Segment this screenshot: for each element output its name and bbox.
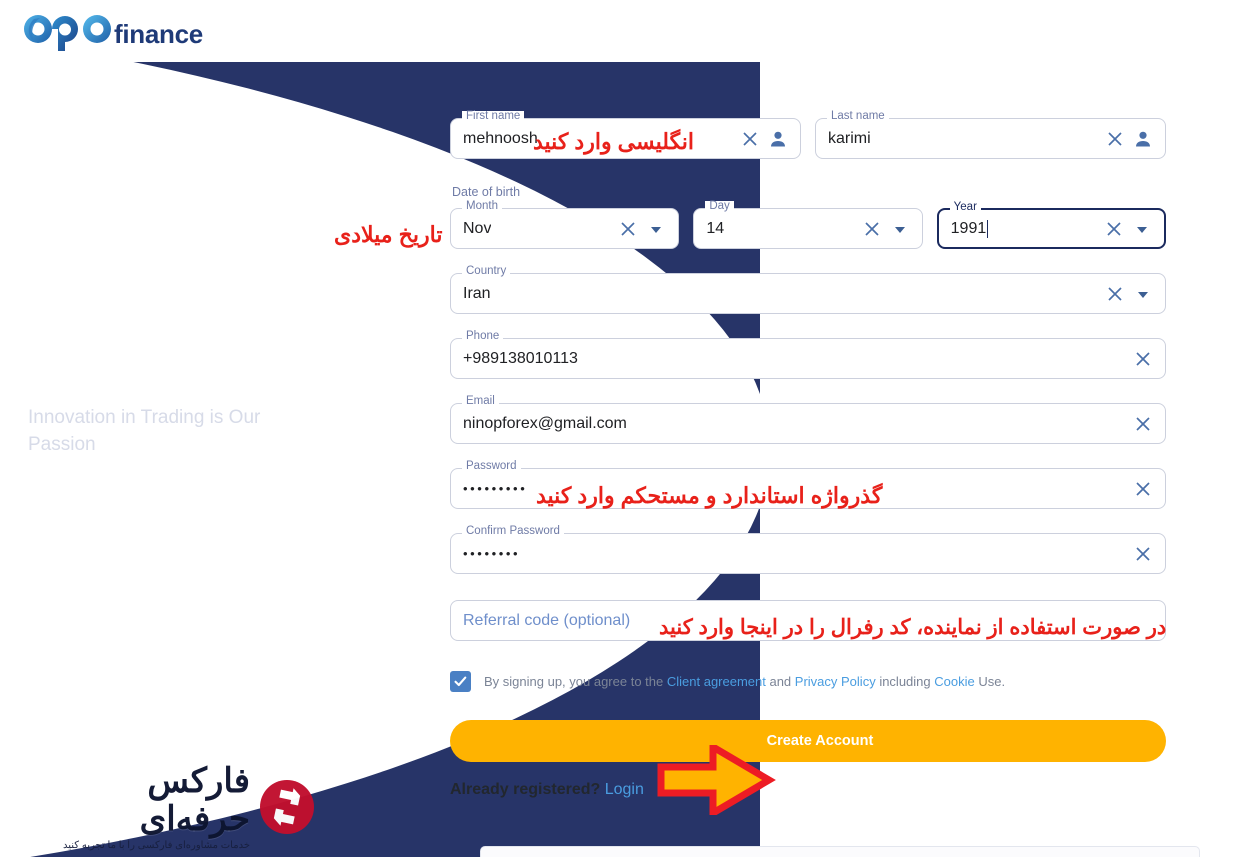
chevron-down-icon[interactable]: [1132, 219, 1152, 239]
first-name-label: First name: [462, 110, 525, 123]
chevron-down-icon[interactable]: [1133, 284, 1153, 304]
client-agreement-link[interactable]: Client agreement: [667, 674, 766, 689]
brand-logo[interactable]: finance: [18, 10, 203, 52]
dob-row: Month Nov Day 14 Year 1991: [450, 200, 1166, 249]
agreement-prefix: By signing up, you agree to the: [484, 674, 667, 689]
page-title: Welcome: [28, 329, 227, 382]
confirm-password-label: Confirm Password: [462, 525, 564, 538]
close-icon[interactable]: [1133, 349, 1153, 369]
confirm-password-field[interactable]: Confirm Password ••••••••: [450, 525, 1166, 574]
already-registered-text: Already registered?: [450, 781, 601, 798]
email-field[interactable]: Email ninopforex@gmail.com: [450, 395, 1166, 444]
country-select[interactable]: Country Iran: [450, 265, 1166, 314]
first-name-value: mehnoosh: [463, 129, 538, 147]
country-label: Country: [462, 265, 511, 278]
text-cursor: [987, 219, 989, 238]
password-value: •••••••••: [463, 481, 528, 496]
opo-logo-icon: [24, 15, 111, 51]
create-account-button[interactable]: Create Account: [450, 720, 1166, 762]
month-select[interactable]: Month Nov: [450, 200, 680, 249]
dob-label: Date of birth: [452, 185, 521, 199]
day-label: Day: [705, 200, 734, 213]
agreement-mid: and: [765, 674, 795, 689]
phone-value: +989138010113: [463, 349, 578, 367]
chevron-down-icon[interactable]: [646, 219, 666, 239]
bottom-panel-edge: [480, 846, 1200, 857]
annotation-referral: در صورت استفاده از نماینده، کد رفرال را …: [659, 616, 1167, 639]
phone-field[interactable]: Phone +989138010113: [450, 330, 1166, 379]
close-icon[interactable]: [1133, 479, 1153, 499]
dob-section: Date of birth Month Nov Day 14 Year 1991: [450, 185, 1166, 249]
close-icon[interactable]: [1104, 219, 1124, 239]
person-icon[interactable]: [1133, 129, 1153, 149]
signup-form: First name mehnoosh Last name karimi Dat…: [450, 62, 1166, 799]
day-select[interactable]: Day 14: [693, 200, 923, 249]
agreement-checkbox[interactable]: [450, 671, 471, 692]
page-subtitle: Innovation in Trading is Our Passion: [28, 406, 261, 456]
annotation-password: گذرواژه استاندارد و مستحکم وارد کنید: [536, 483, 883, 508]
annotation-date-of-birth: تاریخ میلادی: [334, 222, 443, 247]
year-value: 1991: [950, 219, 987, 237]
login-link[interactable]: Login: [605, 781, 644, 798]
page-header: finance: [0, 0, 1234, 62]
country-value: Iran: [463, 284, 491, 302]
agreement-text: By signing up, you agree to the Client a…: [484, 674, 1005, 689]
agreement-mid2: including: [875, 674, 935, 689]
close-icon[interactable]: [1105, 129, 1125, 149]
welcome-block: Welcome Innovation in Trading is Our Pas…: [28, 330, 308, 459]
create-account-label: Create Account: [766, 733, 874, 749]
year-select[interactable]: Year 1991: [936, 201, 1166, 249]
month-label: Month: [462, 200, 502, 213]
cookie-link[interactable]: Cookie: [934, 674, 974, 689]
annotation-first-name: انگلیسی وارد کنید: [533, 129, 694, 154]
person-icon[interactable]: [768, 129, 788, 149]
privacy-policy-link[interactable]: Privacy Policy: [795, 674, 876, 689]
signup-page: finance Welcome Innovation in Trading is…: [0, 0, 1234, 857]
email-value: ninopforex@gmail.com: [463, 414, 627, 432]
brand-name: finance: [114, 19, 203, 49]
close-icon[interactable]: [740, 129, 760, 149]
email-label: Email: [462, 395, 499, 408]
watermark-subtitle: خدمات مشاوره‌ای فارکسی را با ما تجربه کن…: [63, 839, 250, 851]
refresh-arrows-icon: [260, 780, 314, 834]
day-value: 14: [706, 219, 725, 237]
last-name-field[interactable]: Last name karimi: [815, 110, 1166, 159]
phone-label: Phone: [462, 330, 504, 343]
close-icon[interactable]: [618, 219, 638, 239]
month-value: Nov: [463, 219, 492, 237]
referral-code-placeholder: Referral code (optional): [463, 611, 631, 629]
watermark-title: فارکس حرفه‌ای: [139, 762, 251, 838]
agreement-row: By signing up, you agree to the Client a…: [450, 671, 1166, 692]
close-icon[interactable]: [1133, 414, 1153, 434]
last-name-label: Last name: [827, 110, 889, 123]
last-name-value: karimi: [828, 129, 871, 147]
watermark: فارکس حرفه‌ای خدمات مشاوره‌ای فارکسی را …: [28, 762, 318, 852]
watermark-text: فارکس حرفه‌ای خدمات مشاوره‌ای فارکسی را …: [28, 762, 251, 851]
login-row: Already registered? Login: [450, 781, 1166, 799]
confirm-password-value: ••••••••: [463, 546, 521, 561]
year-label: Year: [949, 201, 981, 214]
password-label: Password: [462, 460, 521, 473]
check-icon: [454, 676, 467, 687]
agreement-suffix: Use.: [974, 674, 1006, 689]
chevron-down-icon[interactable]: [890, 219, 910, 239]
close-icon[interactable]: [1105, 284, 1125, 304]
close-icon[interactable]: [1133, 544, 1153, 564]
red-arrow-right-icon: [657, 745, 776, 815]
close-icon[interactable]: [862, 219, 882, 239]
